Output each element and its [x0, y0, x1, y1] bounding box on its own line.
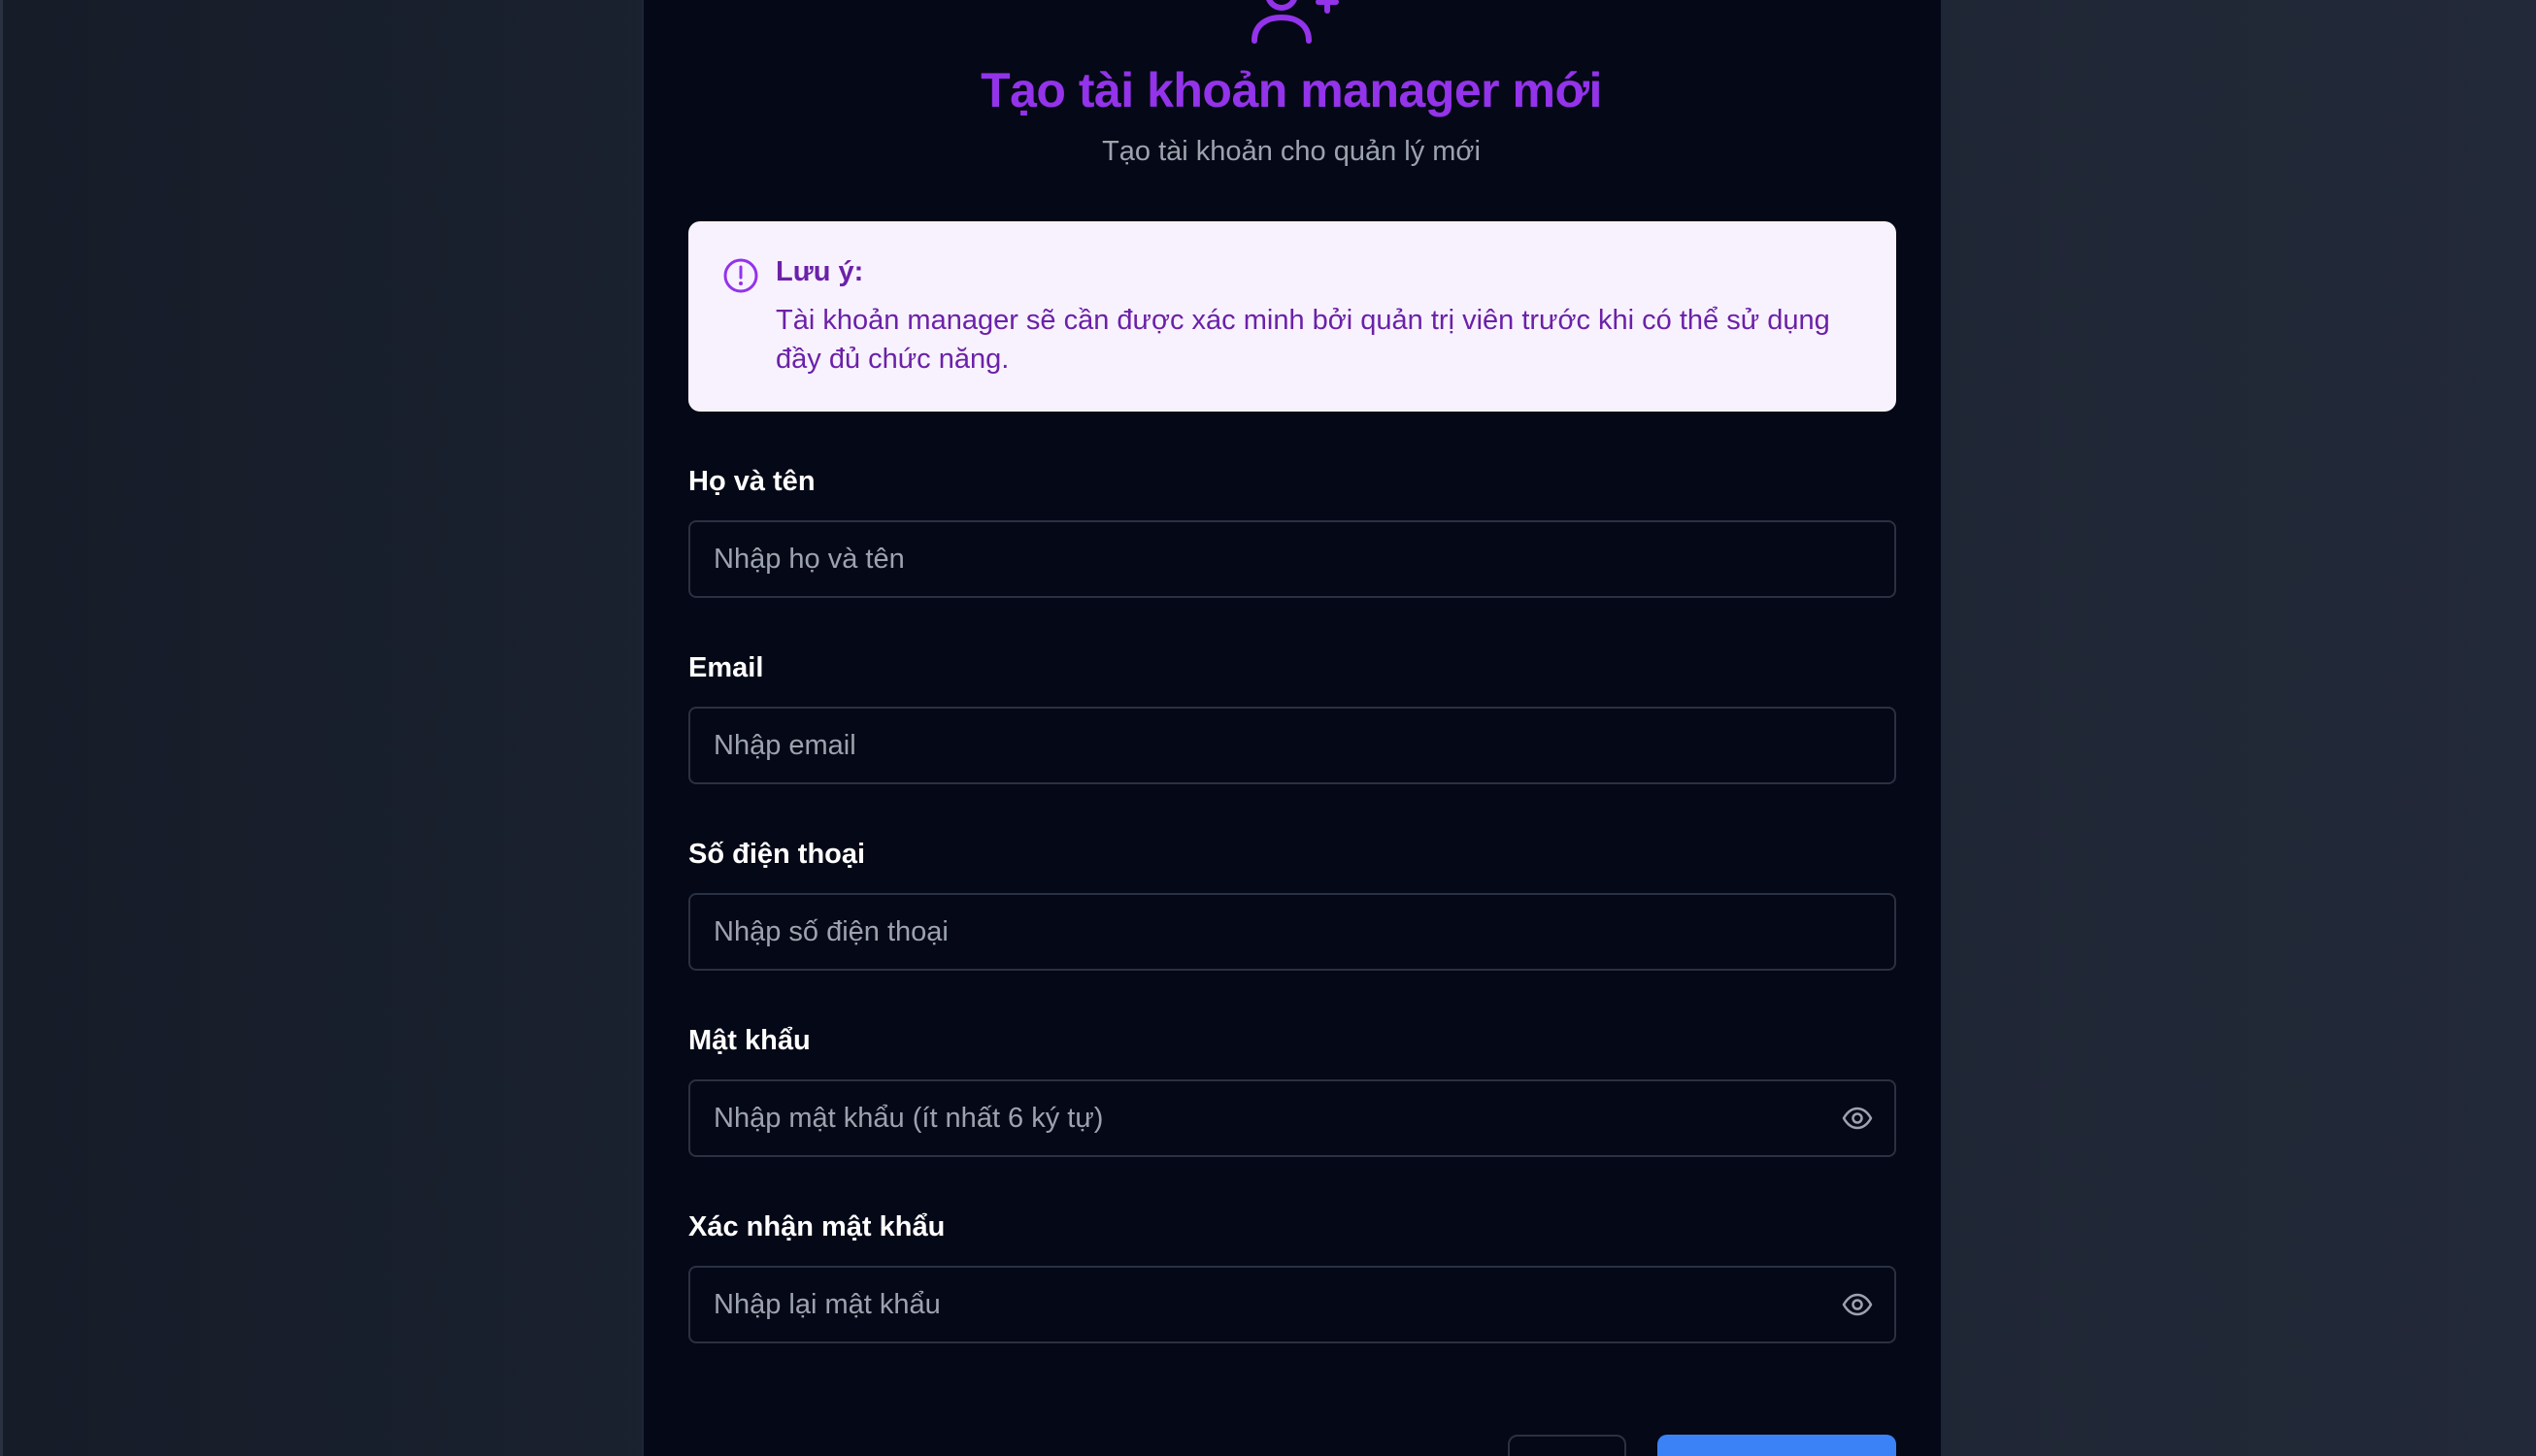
full-name-label: Họ và tên: [688, 466, 816, 497]
cancel-button[interactable]: [1508, 1435, 1626, 1456]
confirm-password-label: Xác nhận mật khẩu: [688, 1211, 946, 1242]
alert-circle-icon: [723, 258, 758, 293]
submit-button[interactable]: [1657, 1435, 1896, 1456]
phone-label: Số điện thoại: [688, 839, 866, 870]
password-input[interactable]: [688, 1079, 1896, 1157]
email-input[interactable]: [688, 707, 1896, 784]
password-label: Mật khẩu: [688, 1025, 811, 1056]
notice-text: Tài khoản manager sẽ cần được xác minh b…: [776, 305, 1830, 375]
dialog-subtitle: Tạo tài khoản cho quản lý mới: [1102, 136, 1481, 167]
email-label: Email: [688, 652, 764, 683]
dialog-title: Tạo tài khoản manager mới: [981, 63, 1602, 117]
backdrop-edge: [0, 0, 3, 1456]
full-name-input[interactable]: [688, 520, 1896, 598]
phone-input[interactable]: [688, 893, 1896, 971]
notice-title: Lưu ý:: [776, 256, 864, 287]
notice-box: Lưu ý: Tài khoản manager sẽ cần được xác…: [688, 221, 1896, 412]
eye-icon[interactable]: [1841, 1288, 1874, 1321]
user-plus-icon: [1251, 0, 1339, 44]
confirm-password-input[interactable]: [688, 1266, 1896, 1343]
eye-icon[interactable]: [1841, 1102, 1874, 1135]
